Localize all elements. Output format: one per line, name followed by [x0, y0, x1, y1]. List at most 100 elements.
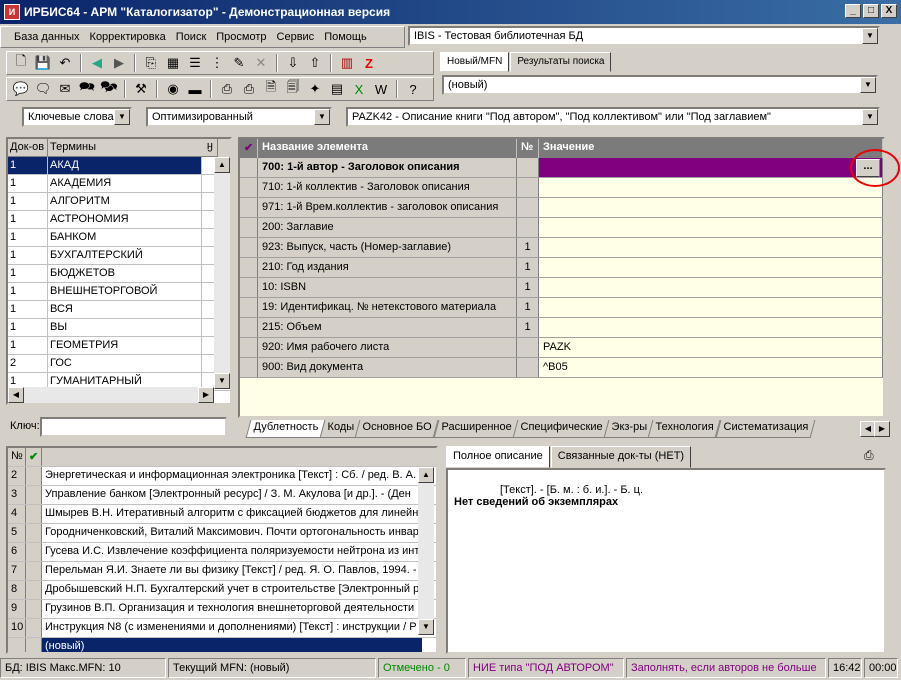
- record-check[interactable]: [26, 562, 42, 580]
- terms-header-term[interactable]: Термины ӈ: [48, 139, 218, 157]
- undo-icon[interactable]: ↶: [55, 53, 75, 73]
- chevron-down-icon[interactable]: ▼: [314, 109, 330, 125]
- comment-edit-icon[interactable]: 🗨: [33, 79, 53, 99]
- menu-view[interactable]: Просмотр: [211, 31, 271, 43]
- record-row[interactable]: 4 Шмырев В.Н. Итеративный алгоритм с фикс…: [8, 505, 436, 524]
- field-value[interactable]: [539, 218, 883, 237]
- terms-hscrollbar[interactable]: ◀ ▶: [8, 387, 214, 403]
- editor-row[interactable]: 200: Заглавие: [240, 218, 883, 238]
- term-row[interactable]: 1 ГЕОМЕТРИЯ: [8, 337, 230, 355]
- edit-icon[interactable]: ✎: [229, 53, 249, 73]
- maximize-button[interactable]: □: [863, 4, 879, 18]
- field-value[interactable]: [539, 198, 883, 217]
- list-icon[interactable]: ☰: [185, 53, 205, 73]
- comment-icon[interactable]: 💬: [11, 79, 31, 99]
- word-icon[interactable]: W: [371, 79, 391, 99]
- record-row[interactable]: 7 Перельман Я.И. Знаете ли вы физику [Тек…: [8, 562, 436, 581]
- new-record-icon[interactable]: 🗋: [11, 53, 31, 73]
- help-icon[interactable]: ?: [403, 79, 423, 99]
- field-value[interactable]: ^B05: [539, 358, 883, 377]
- record-row[interactable]: 6 Гусева И.С. Извлечение коэффициента пол…: [8, 543, 436, 562]
- close-button[interactable]: X: [881, 4, 897, 18]
- import-icon[interactable]: ⇩: [283, 53, 303, 73]
- record-check[interactable]: [26, 505, 42, 523]
- term-row[interactable]: 1 БАНКОМ: [8, 229, 230, 247]
- tab-new-mfn[interactable]: Новый/MFN: [440, 52, 510, 72]
- field-value[interactable]: [539, 258, 883, 277]
- chart-icon[interactable]: ▤: [327, 79, 347, 99]
- tab-copies[interactable]: Экз-ры: [603, 420, 654, 438]
- menu-help[interactable]: Помощь: [319, 31, 372, 43]
- field-value[interactable]: [539, 278, 883, 297]
- print-list-icon[interactable]: ⎙: [239, 79, 259, 99]
- key-input[interactable]: [40, 417, 227, 437]
- record-row[interactable]: 5 Городниченковский, Виталий Максимович. …: [8, 524, 436, 543]
- scroll-down-icon[interactable]: ▼: [214, 373, 230, 389]
- optimization-select[interactable]: Оптимизированный ▼: [146, 107, 332, 127]
- term-row[interactable]: 1 АКАД: [8, 157, 230, 175]
- copy-icon[interactable]: ⎘: [141, 53, 161, 73]
- term-row[interactable]: 1 АЛГОРИТМ: [8, 193, 230, 211]
- record-check[interactable]: [26, 619, 42, 637]
- export-icon[interactable]: ⇧: [305, 53, 325, 73]
- record-check[interactable]: [26, 467, 42, 485]
- tab-duplicates[interactable]: Дублетность: [245, 420, 326, 438]
- worksheet-select[interactable]: PAZK42 - Описание книги "Под автором", "…: [346, 107, 880, 127]
- terms-header-count[interactable]: Док-ов: [8, 139, 48, 157]
- chevron-down-icon[interactable]: ▼: [862, 109, 878, 125]
- chevron-down-icon[interactable]: ▼: [862, 28, 878, 44]
- record-check[interactable]: [26, 486, 42, 504]
- tab-linked-docs[interactable]: Связанные док-ты (НЕТ): [550, 446, 692, 468]
- record-check[interactable]: [26, 600, 42, 618]
- term-row[interactable]: 1 АКАДЕМИЯ: [8, 175, 230, 193]
- term-row[interactable]: 2 ГОС: [8, 355, 230, 373]
- tabs-scroll-right-icon[interactable]: ▶: [874, 421, 890, 437]
- term-row[interactable]: 1 ВСЯ: [8, 301, 230, 319]
- scroll-right-icon[interactable]: ▶: [198, 387, 214, 403]
- record-check[interactable]: [26, 638, 42, 652]
- print-icon[interactable]: ⎙: [217, 79, 237, 99]
- term-row[interactable]: 1 БУХГАЛТЕРСКИЙ: [8, 247, 230, 265]
- editor-row[interactable]: 710: 1-й коллектив - Заголовок описания: [240, 178, 883, 198]
- prev-icon[interactable]: ◀: [87, 53, 107, 73]
- print-icon[interactable]: ⎙: [864, 448, 882, 466]
- tab-full-description[interactable]: Полное описание: [446, 446, 550, 468]
- comment-add-icon[interactable]: 🗫: [99, 79, 119, 99]
- tree-icon[interactable]: ⋮: [207, 53, 227, 73]
- doc-star-icon[interactable]: ✦: [305, 79, 325, 99]
- pin-icon[interactable]: ӈ: [207, 140, 213, 152]
- tab-extended[interactable]: Расширенное: [433, 420, 519, 438]
- record-row[interactable]: 8 Дробышевский Н.П. Бухгалтерский учет в …: [8, 581, 436, 600]
- field-value[interactable]: PAZK: [539, 338, 883, 357]
- editor-row[interactable]: 923: Выпуск, часть (Номер-заглавие) 1: [240, 238, 883, 258]
- record-row[interactable]: (новый): [8, 638, 436, 652]
- scroll-left-icon[interactable]: ◀: [8, 387, 24, 403]
- minimize-button[interactable]: _: [845, 4, 861, 18]
- tab-technology[interactable]: Технология: [647, 420, 722, 438]
- editor-row[interactable]: 700: 1-й автор - Заголовок описания...: [240, 158, 883, 178]
- excel-icon[interactable]: X: [349, 79, 369, 99]
- term-row[interactable]: 1 ВЫ: [8, 319, 230, 337]
- menu-service[interactable]: Сервис: [272, 31, 320, 43]
- z3950-icon[interactable]: Z: [359, 53, 379, 73]
- menu-database[interactable]: База данных: [9, 31, 85, 43]
- delete-icon[interactable]: ✕: [251, 53, 271, 73]
- tab-specific[interactable]: Специфические: [512, 420, 610, 438]
- editor-row[interactable]: 19: Идентификац. № нетекстового материал…: [240, 298, 883, 318]
- tab-search-results[interactable]: Результаты поиска: [510, 52, 612, 72]
- mail-icon[interactable]: ✉: [55, 79, 75, 99]
- field-value[interactable]: [539, 318, 883, 337]
- scroll-up-icon[interactable]: ▲: [214, 157, 230, 173]
- chevron-down-icon[interactable]: ▼: [114, 109, 130, 125]
- record-row[interactable]: 2 Энергетическая и информационная электро…: [8, 467, 436, 486]
- record-check[interactable]: [26, 543, 42, 561]
- editor-row[interactable]: 900: Вид документа ^B05: [240, 358, 883, 378]
- menu-edit[interactable]: Корректировка: [85, 31, 171, 43]
- term-row[interactable]: 1 АСТРОНОМИЯ: [8, 211, 230, 229]
- term-row[interactable]: 1 БЮДЖЕТОВ: [8, 265, 230, 283]
- editor-row[interactable]: 215: Объем 1: [240, 318, 883, 338]
- folder-icon[interactable]: ▬: [185, 79, 205, 99]
- search-mode-select[interactable]: Ключевые слова ▼: [22, 107, 132, 127]
- barcode-icon[interactable]: ▥: [337, 53, 357, 73]
- field-value[interactable]: [539, 178, 883, 197]
